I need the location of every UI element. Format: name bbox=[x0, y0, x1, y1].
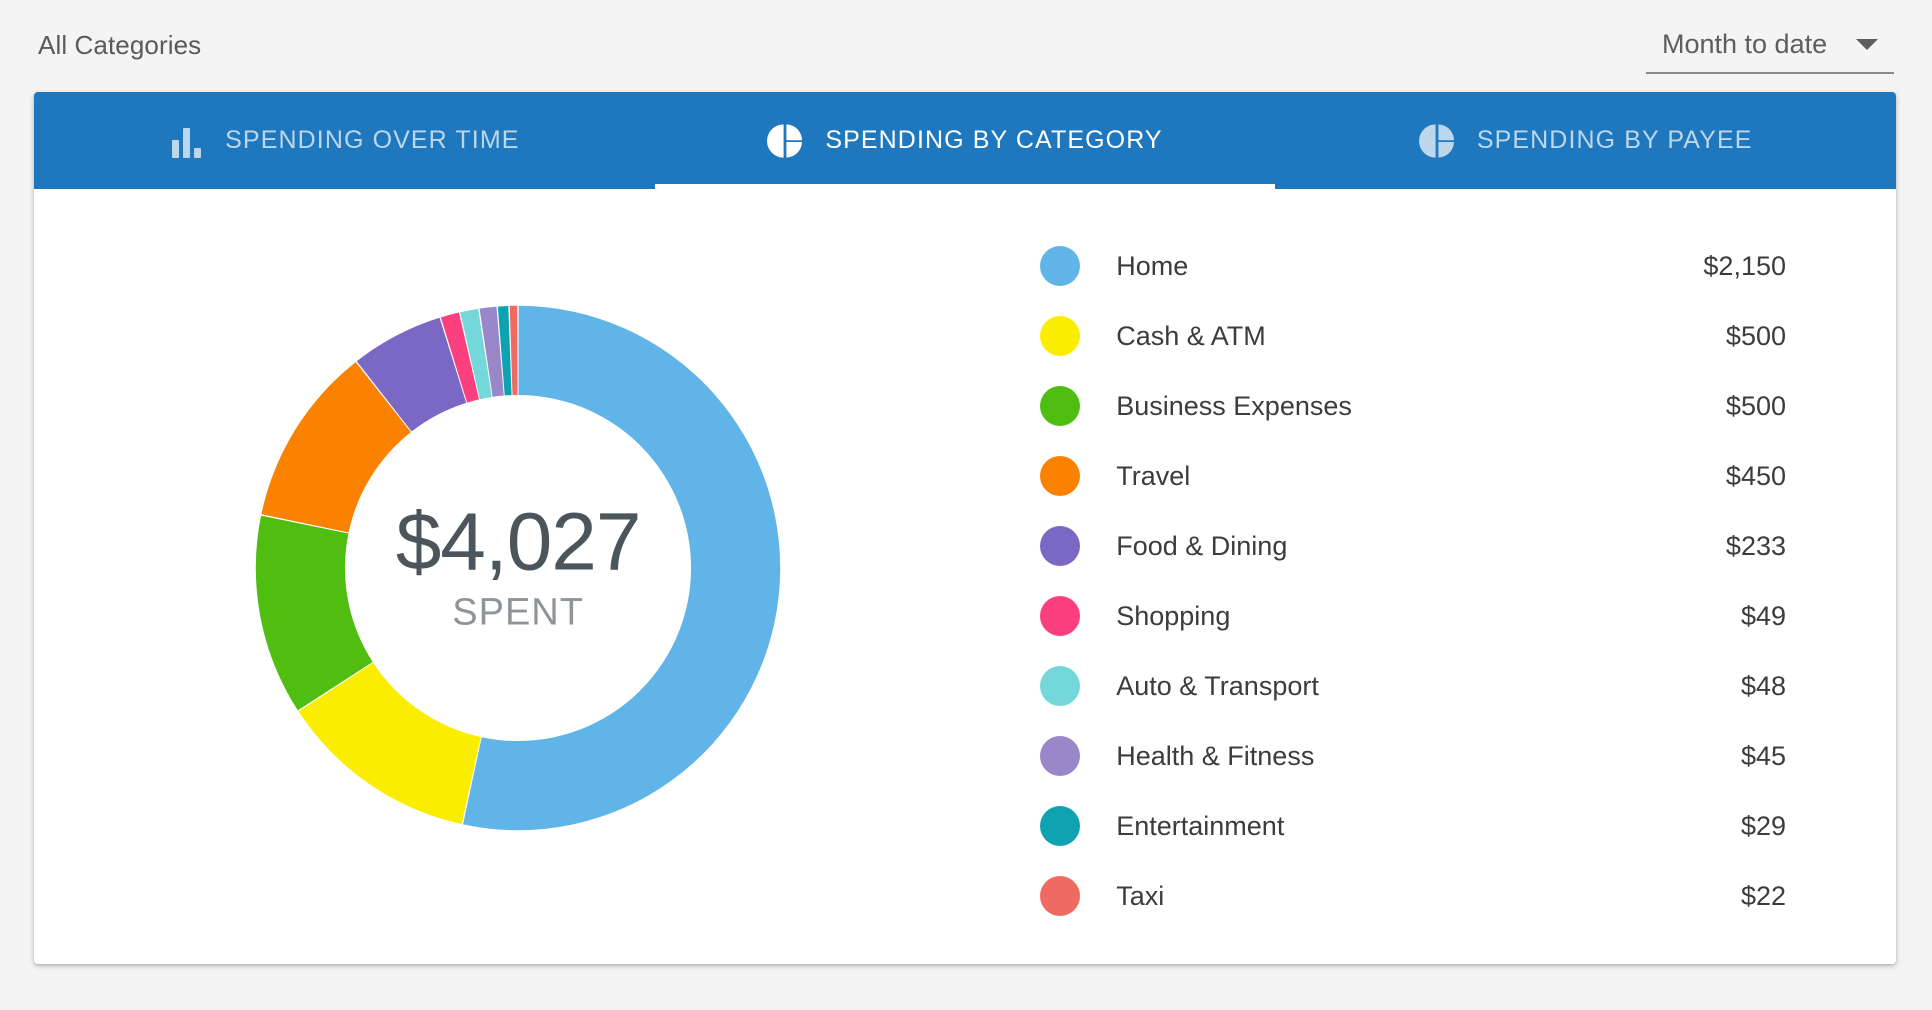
pie-chart-icon bbox=[767, 123, 803, 158]
category-legend: Home $2,150 Cash & ATM $500 Business Expense… bbox=[1040, 231, 1786, 931]
legend-category-name: Cash & ATM bbox=[1116, 320, 1266, 351]
legend-color-swatch bbox=[1040, 666, 1081, 706]
legend-category-amount: $22 bbox=[1740, 880, 1786, 911]
legend-category-name: Auto & Transport bbox=[1116, 670, 1319, 701]
legend-color-swatch bbox=[1040, 876, 1081, 916]
legend-category-amount: $233 bbox=[1725, 530, 1786, 561]
legend-category-name: Business Expenses bbox=[1116, 390, 1352, 421]
legend-color-swatch bbox=[1040, 456, 1081, 496]
tab-spending-by-payee[interactable]: SPENDING BY PAYEE bbox=[1275, 92, 1896, 189]
legend-category-amount: $450 bbox=[1725, 460, 1786, 491]
tab-spending-by-category[interactable]: SPENDING BY CATEGORY bbox=[654, 92, 1276, 189]
legend-item[interactable]: Food & Dining $233 bbox=[1040, 511, 1786, 581]
legend-category-amount: $48 bbox=[1740, 670, 1786, 701]
chart-body: $4,027 SPENT Home $2,150 Cash & ATM $500 Bus… bbox=[34, 189, 1896, 964]
legend-item[interactable]: Auto & Transport $48 bbox=[1040, 651, 1786, 721]
chevron-down-icon bbox=[1856, 38, 1878, 50]
pie-chart-icon bbox=[1418, 123, 1454, 158]
legend-color-swatch bbox=[1040, 246, 1081, 286]
legend-color-swatch bbox=[1040, 316, 1081, 356]
top-bar: All Categories Month to date bbox=[0, 0, 1932, 90]
legend-pane: Home $2,150 Cash & ATM $500 Business Expense… bbox=[1002, 189, 1896, 964]
legend-color-swatch bbox=[1040, 526, 1081, 566]
legend-category-amount: $2,150 bbox=[1703, 250, 1786, 281]
legend-item[interactable]: Shopping $49 bbox=[1040, 581, 1786, 651]
tab-label: SPENDING OVER TIME bbox=[225, 126, 520, 154]
donut-chart-svg[interactable] bbox=[233, 283, 803, 853]
tab-spending-over-time[interactable]: SPENDING OVER TIME bbox=[34, 92, 655, 189]
legend-color-swatch bbox=[1040, 386, 1081, 426]
legend-item[interactable]: Business Expenses $500 bbox=[1040, 371, 1786, 441]
tab-label: SPENDING BY CATEGORY bbox=[825, 126, 1163, 154]
legend-item[interactable]: Taxi $22 bbox=[1040, 861, 1786, 931]
period-range-select[interactable]: Month to date bbox=[1646, 16, 1894, 74]
bar-chart-icon bbox=[169, 124, 203, 158]
page-title: All Categories bbox=[38, 29, 202, 60]
legend-item[interactable]: Home $2,150 bbox=[1040, 231, 1786, 301]
legend-category-name: Taxi bbox=[1116, 880, 1165, 911]
legend-item[interactable]: Entertainment $29 bbox=[1040, 791, 1786, 861]
legend-color-swatch bbox=[1040, 806, 1081, 846]
legend-category-amount: $49 bbox=[1740, 600, 1786, 631]
legend-category-name: Home bbox=[1116, 250, 1189, 281]
spending-card: SPENDING OVER TIME SPENDING BY CATEGORY bbox=[34, 92, 1896, 964]
legend-category-name: Entertainment bbox=[1116, 810, 1285, 841]
legend-category-name: Shopping bbox=[1116, 600, 1231, 631]
tab-bar: SPENDING OVER TIME SPENDING BY CATEGORY bbox=[34, 92, 1896, 189]
legend-category-amount: $45 bbox=[1740, 740, 1786, 771]
tab-label: SPENDING BY PAYEE bbox=[1476, 126, 1753, 154]
donut-chart: $4,027 SPENT bbox=[233, 283, 803, 853]
period-range-value: Month to date bbox=[1662, 28, 1828, 59]
legend-category-name: Food & Dining bbox=[1116, 530, 1288, 561]
legend-category-amount: $29 bbox=[1740, 810, 1786, 841]
legend-item[interactable]: Health & Fitness $45 bbox=[1040, 721, 1786, 791]
donut-chart-pane: $4,027 SPENT bbox=[34, 189, 1002, 964]
legend-category-amount: $500 bbox=[1725, 320, 1786, 351]
legend-color-swatch bbox=[1040, 596, 1081, 636]
legend-item[interactable]: Cash & ATM $500 bbox=[1040, 301, 1786, 371]
legend-category-name: Health & Fitness bbox=[1116, 740, 1315, 771]
legend-category-amount: $500 bbox=[1725, 390, 1786, 421]
legend-category-name: Travel bbox=[1116, 460, 1191, 491]
legend-color-swatch bbox=[1040, 736, 1081, 776]
spending-dashboard: All Categories Month to date SPENDING OV… bbox=[0, 0, 1932, 1010]
legend-item[interactable]: Travel $450 bbox=[1040, 441, 1786, 511]
